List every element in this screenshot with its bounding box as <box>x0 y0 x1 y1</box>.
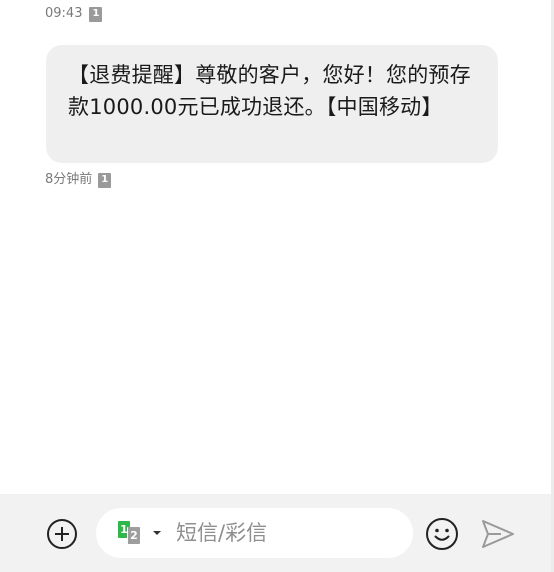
smiley-icon <box>426 518 458 550</box>
send-arrow-icon <box>482 520 514 548</box>
message-time-header: 09:43 1 <box>45 6 103 22</box>
composer-bar: 1 2 <box>0 494 551 572</box>
sim-card-2-icon: 2 <box>127 527 140 544</box>
message-bubble[interactable]: 【退费提醒】尊敬的客户，您好！您的预存款1000.00元已成功退还。【中国移动】 <box>46 45 498 163</box>
send-button[interactable] <box>480 516 516 552</box>
thread-timestamp: 09:43 <box>45 6 83 21</box>
sim-card-1-badge: 1 <box>89 6 103 22</box>
message-received-time: 8分钟前 <box>45 172 93 187</box>
sim-card-1-badge: 1 <box>98 172 112 188</box>
message-input-container: 1 2 <box>96 508 413 558</box>
sim-selector[interactable]: 1 2 <box>118 521 166 545</box>
emoji-button[interactable] <box>424 516 460 552</box>
add-attachment-button[interactable] <box>45 517 79 551</box>
message-meta: 8分钟前 1 <box>45 172 112 188</box>
caret-down-icon <box>153 531 161 535</box>
message-text: 【退费提醒】尊敬的客户，您好！您的预存款1000.00元已成功退还。【中国移动】 <box>68 63 471 119</box>
message-input[interactable] <box>176 508 401 558</box>
plus-circle-icon <box>47 519 77 549</box>
